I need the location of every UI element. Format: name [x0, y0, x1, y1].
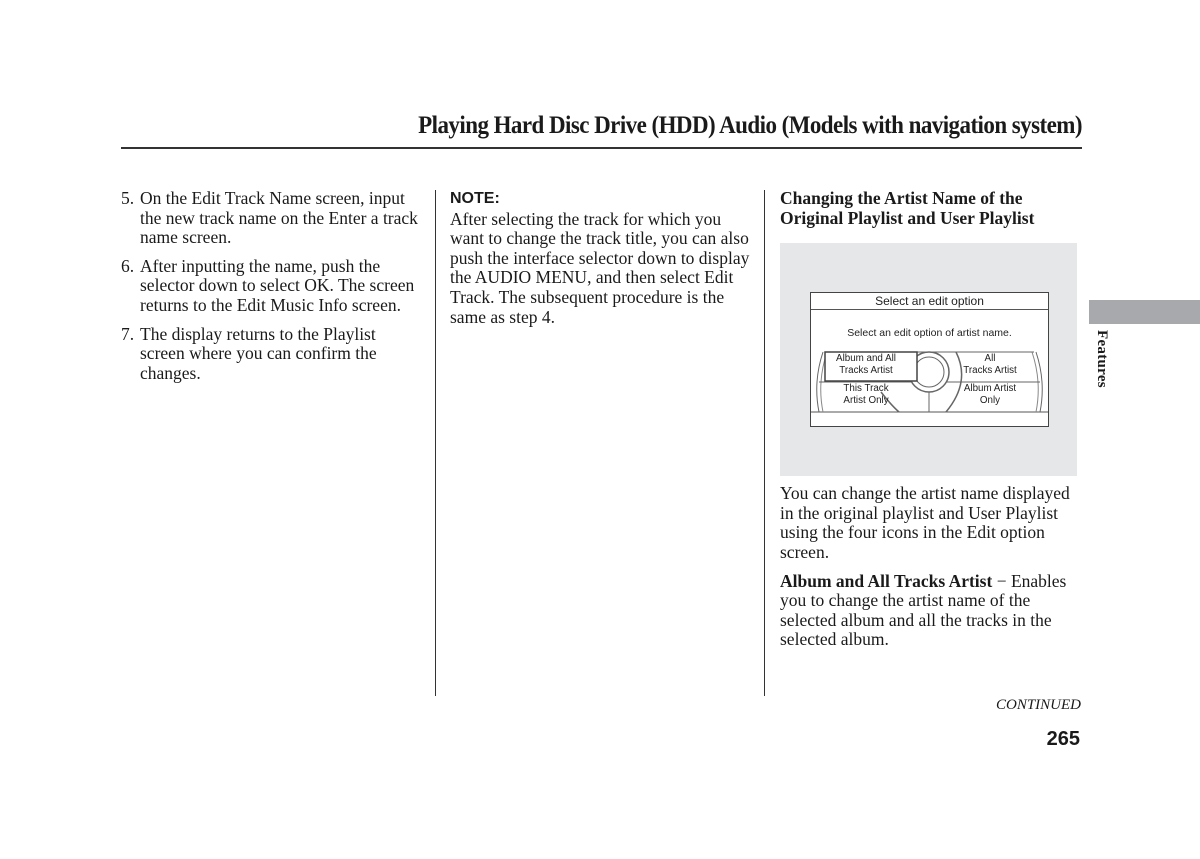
screen-subtitle: Select an edit option of artist name.	[847, 327, 1012, 340]
column-steps: 5. On the Edit Track Name screen, input …	[121, 188, 421, 392]
option-line: Artist Only	[843, 395, 889, 407]
option-line: Album Artist	[963, 383, 1017, 395]
option-line: All	[984, 353, 996, 365]
step-number: 5.	[121, 188, 135, 208]
option-line: Album and All	[836, 353, 896, 365]
step-number: 6.	[121, 255, 135, 276]
section-heading: Changing the Artist Name of the Original…	[780, 188, 1035, 228]
screen-figure: Select an edit option Select an edit opt…	[780, 243, 1077, 477]
page-title: Playing Hard Disc Drive (HDD) Audio (Mod…	[418, 112, 1082, 139]
side-tab-label: Features	[1094, 330, 1110, 388]
step-item: 7. The display returns to the Playlist s…	[121, 323, 421, 384]
edit-option-screen: Select an edit option Select an edit opt…	[810, 292, 1049, 428]
note-text: After selecting the track for which you …	[450, 208, 750, 327]
column-artist: Changing the Artist Name of the Original…	[780, 188, 1080, 650]
screen-title: Select an edit option	[811, 293, 1048, 311]
definition-dash: −	[996, 570, 1007, 591]
continued-label: CONTINUED	[995, 697, 1081, 713]
step-text: After inputting the name, push the selec…	[140, 255, 415, 315]
option-album-all-tracks-artist[interactable]: Album and All Tracks Artist	[831, 353, 901, 377]
option-line: Tracks Artist	[839, 365, 893, 377]
step-text: On the Edit Track Name screen, input the…	[140, 188, 418, 248]
header-rule	[121, 147, 1082, 149]
column-divider	[764, 190, 765, 696]
definition-term: Album and All Tracks Artist	[780, 570, 993, 591]
option-all-tracks-artist[interactable]: All Tracks Artist	[955, 353, 1025, 377]
option-line: Tracks Artist	[963, 365, 1017, 377]
option-album-artist-only[interactable]: Album Artist Only	[955, 383, 1025, 407]
page-number: 265	[1046, 728, 1080, 750]
description-paragraph: You can change the artist name displayed…	[780, 483, 1070, 562]
side-tab-marker	[1089, 300, 1200, 324]
option-this-track-artist-only[interactable]: This Track Artist Only	[831, 383, 901, 407]
option-line: Only	[979, 395, 1001, 407]
step-item: 5. On the Edit Track Name screen, input …	[121, 188, 421, 248]
option-line: This Track	[843, 383, 889, 395]
step-text: The display returns to the Playlist scre…	[140, 323, 377, 383]
column-divider	[435, 190, 436, 696]
note-heading: NOTE:	[450, 190, 500, 207]
step-item: 6. After inputting the name, push the se…	[121, 255, 421, 316]
step-number: 7.	[121, 323, 135, 344]
column-note: NOTE: After selecting the track for whic…	[450, 189, 750, 327]
definition-item: Album and All Tracks Artist − Enables yo…	[780, 570, 1080, 650]
